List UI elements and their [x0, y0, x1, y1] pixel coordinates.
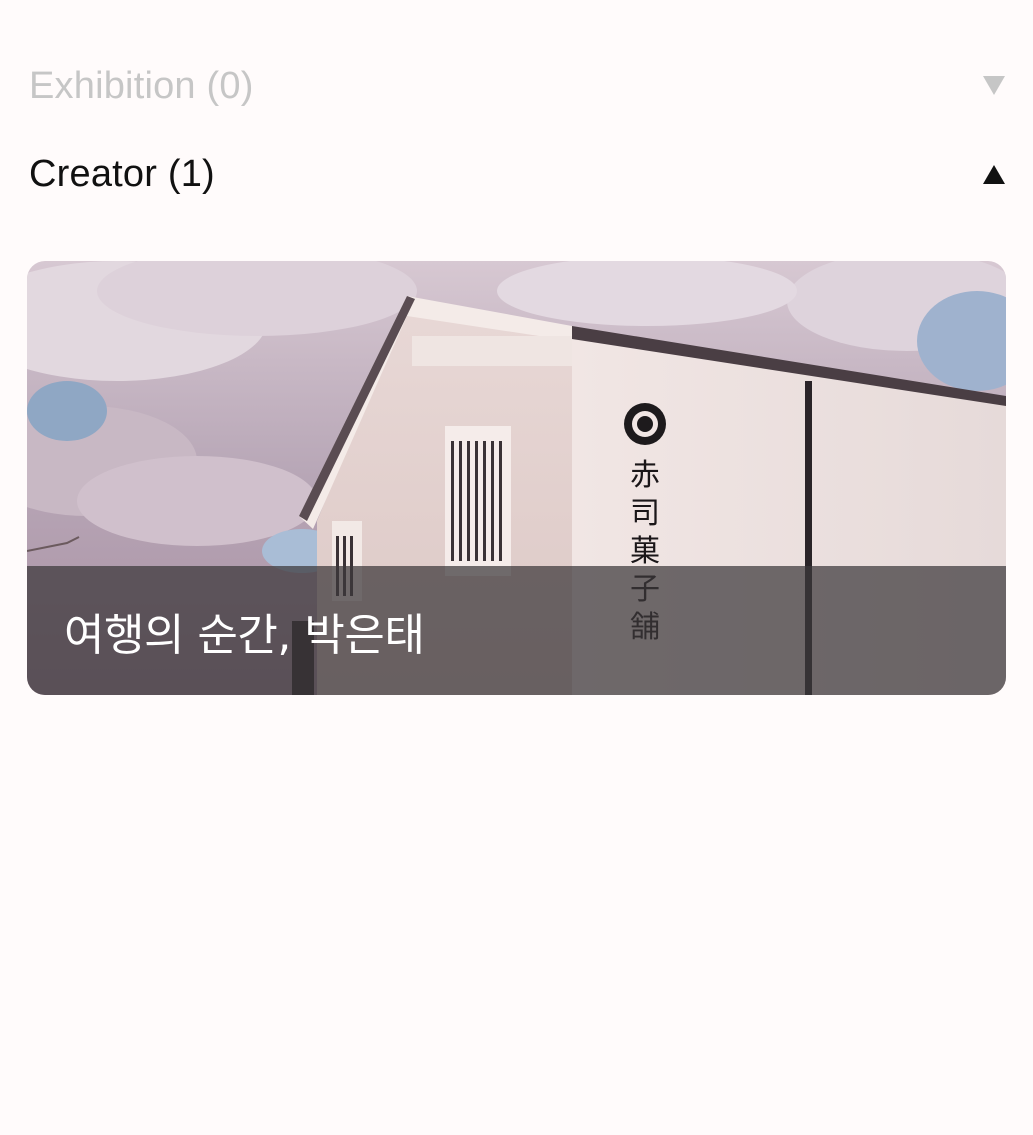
search-results-page: Exhibition (0) Creator (1) 赤 司 菓 여행의 순간,…: [0, 0, 1033, 1135]
sign-char: 菓: [630, 534, 660, 569]
card-title: 여행의 순간, 박은태: [64, 609, 425, 661]
creator-section-title: Creator (1): [29, 152, 215, 195]
sign-char: 赤: [630, 458, 660, 493]
exhibition-section-title: Exhibition (0): [29, 64, 254, 107]
sign-char: 司: [630, 496, 660, 531]
creator-section-header[interactable]: Creator (1): [29, 144, 1006, 204]
creator-card[interactable]: 赤 司 菓 子 舗 여행의 순간, 박은태: [27, 261, 1006, 695]
triangle-up-icon[interactable]: [982, 162, 1006, 186]
triangle-down-icon[interactable]: [982, 74, 1006, 98]
exhibition-section-header[interactable]: Exhibition (0): [29, 56, 1006, 116]
card-caption-overlay: 여행의 순간, 박은태: [27, 566, 1006, 695]
